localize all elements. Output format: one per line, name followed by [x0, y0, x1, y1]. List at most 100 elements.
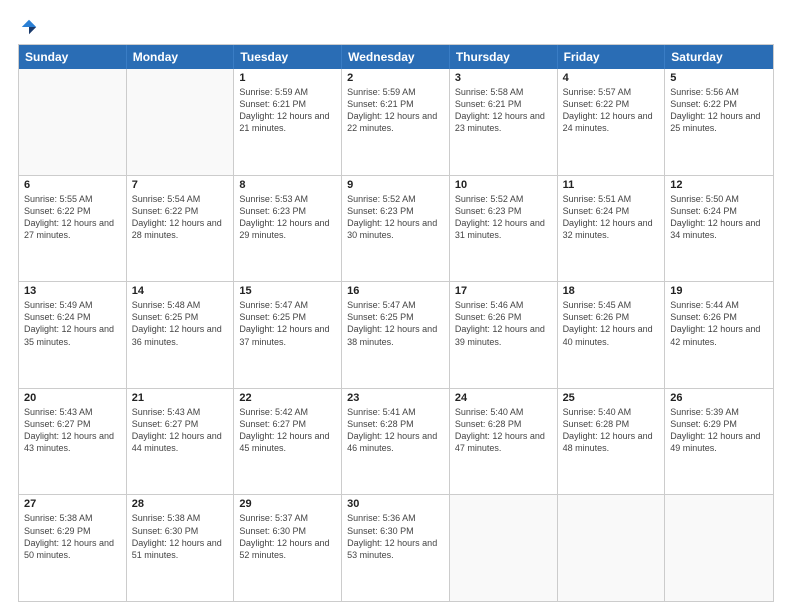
calendar-cell: 20 Sunrise: 5:43 AMSunset: 6:27 PMDayligh…: [19, 389, 127, 495]
day-detail: Sunrise: 5:52 AMSunset: 6:23 PMDaylight:…: [455, 193, 552, 242]
day-detail: Sunrise: 5:38 AMSunset: 6:30 PMDaylight:…: [132, 512, 229, 561]
day-detail: Sunrise: 5:36 AMSunset: 6:30 PMDaylight:…: [347, 512, 444, 561]
day-number: 2: [347, 72, 444, 84]
calendar-cell: 18 Sunrise: 5:45 AMSunset: 6:26 PMDayligh…: [558, 282, 666, 388]
day-detail: Sunrise: 5:54 AMSunset: 6:22 PMDaylight:…: [132, 193, 229, 242]
calendar-header: SundayMondayTuesdayWednesdayThursdayFrid…: [19, 45, 773, 69]
day-detail: Sunrise: 5:49 AMSunset: 6:24 PMDaylight:…: [24, 299, 121, 348]
day-detail: Sunrise: 5:47 AMSunset: 6:25 PMDaylight:…: [239, 299, 336, 348]
day-detail: Sunrise: 5:43 AMSunset: 6:27 PMDaylight:…: [24, 406, 121, 455]
calendar-cell: 6 Sunrise: 5:55 AMSunset: 6:22 PMDaylight…: [19, 176, 127, 282]
day-detail: Sunrise: 5:51 AMSunset: 6:24 PMDaylight:…: [563, 193, 660, 242]
day-detail: Sunrise: 5:42 AMSunset: 6:27 PMDaylight:…: [239, 406, 336, 455]
day-number: 23: [347, 392, 444, 404]
calendar-cell: 4 Sunrise: 5:57 AMSunset: 6:22 PMDaylight…: [558, 69, 666, 175]
calendar-cell: 16Sunrise: 5:47 AMSunset: 6:25 PMDayligh…: [342, 282, 450, 388]
calendar-cell: 9 Sunrise: 5:52 AMSunset: 6:23 PMDaylight…: [342, 176, 450, 282]
calendar: SundayMondayTuesdayWednesdayThursdayFrid…: [18, 44, 774, 602]
calendar-cell: 8 Sunrise: 5:53 AMSunset: 6:23 PMDaylight…: [234, 176, 342, 282]
weekday-header: Saturday: [665, 45, 773, 69]
calendar-cell: 25 Sunrise: 5:40 AMSunset: 6:28 PMDayligh…: [558, 389, 666, 495]
day-detail: Sunrise: 5:59 AMSunset: 6:21 PMDaylight:…: [239, 86, 336, 135]
day-number: 16: [347, 285, 444, 297]
calendar-row: 13 Sunrise: 5:49 AMSunset: 6:24 PMDayligh…: [19, 281, 773, 388]
calendar-cell: [450, 495, 558, 601]
day-detail: Sunrise: 5:52 AMSunset: 6:23 PMDaylight:…: [347, 193, 444, 242]
day-detail: Sunrise: 5:53 AMSunset: 6:23 PMDaylight:…: [239, 193, 336, 242]
day-detail: Sunrise: 5:50 AMSunset: 6:24 PMDaylight:…: [670, 193, 768, 242]
day-detail: Sunrise: 5:56 AMSunset: 6:22 PMDaylight:…: [670, 86, 768, 135]
weekday-header: Friday: [558, 45, 666, 69]
day-number: 29: [239, 498, 336, 510]
day-detail: Sunrise: 5:40 AMSunset: 6:28 PMDaylight:…: [563, 406, 660, 455]
day-number: 19: [670, 285, 768, 297]
day-detail: Sunrise: 5:44 AMSunset: 6:26 PMDaylight:…: [670, 299, 768, 348]
day-number: 9: [347, 179, 444, 191]
calendar-cell: 28 Sunrise: 5:38 AMSunset: 6:30 PMDayligh…: [127, 495, 235, 601]
calendar-cell: 29 Sunrise: 5:37 AMSunset: 6:30 PMDayligh…: [234, 495, 342, 601]
day-number: 18: [563, 285, 660, 297]
calendar-cell: 12 Sunrise: 5:50 AMSunset: 6:24 PMDayligh…: [665, 176, 773, 282]
page: SundayMondayTuesdayWednesdayThursdayFrid…: [0, 0, 792, 612]
day-number: 26: [670, 392, 768, 404]
day-number: 27: [24, 498, 121, 510]
day-detail: Sunrise: 5:39 AMSunset: 6:29 PMDaylight:…: [670, 406, 768, 455]
calendar-cell: 11 Sunrise: 5:51 AMSunset: 6:24 PMDayligh…: [558, 176, 666, 282]
calendar-cell: 24Sunrise: 5:40 AMSunset: 6:28 PMDayligh…: [450, 389, 558, 495]
day-number: 11: [563, 179, 660, 191]
calendar-row: 20 Sunrise: 5:43 AMSunset: 6:27 PMDayligh…: [19, 388, 773, 495]
day-number: 20: [24, 392, 121, 404]
day-detail: Sunrise: 5:55 AMSunset: 6:22 PMDaylight:…: [24, 193, 121, 242]
calendar-cell: [127, 69, 235, 175]
day-number: 13: [24, 285, 121, 297]
day-number: 14: [132, 285, 229, 297]
day-number: 30: [347, 498, 444, 510]
calendar-cell: 3 Sunrise: 5:58 AMSunset: 6:21 PMDaylight…: [450, 69, 558, 175]
calendar-cell: [665, 495, 773, 601]
calendar-cell: 14 Sunrise: 5:48 AMSunset: 6:25 PMDayligh…: [127, 282, 235, 388]
day-detail: Sunrise: 5:48 AMSunset: 6:25 PMDaylight:…: [132, 299, 229, 348]
day-number: 5: [670, 72, 768, 84]
day-number: 3: [455, 72, 552, 84]
weekday-header: Thursday: [450, 45, 558, 69]
day-number: 12: [670, 179, 768, 191]
calendar-cell: 26 Sunrise: 5:39 AMSunset: 6:29 PMDayligh…: [665, 389, 773, 495]
day-number: 22: [239, 392, 336, 404]
calendar-row: 6 Sunrise: 5:55 AMSunset: 6:22 PMDaylight…: [19, 175, 773, 282]
calendar-cell: 2Sunrise: 5:59 AMSunset: 6:21 PMDaylight…: [342, 69, 450, 175]
calendar-cell: 10 Sunrise: 5:52 AMSunset: 6:23 PMDayligh…: [450, 176, 558, 282]
day-number: 21: [132, 392, 229, 404]
calendar-cell: 27 Sunrise: 5:38 AMSunset: 6:29 PMDayligh…: [19, 495, 127, 601]
day-detail: Sunrise: 5:58 AMSunset: 6:21 PMDaylight:…: [455, 86, 552, 135]
day-detail: Sunrise: 5:57 AMSunset: 6:22 PMDaylight:…: [563, 86, 660, 135]
day-number: 10: [455, 179, 552, 191]
day-detail: Sunrise: 5:45 AMSunset: 6:26 PMDaylight:…: [563, 299, 660, 348]
day-detail: Sunrise: 5:38 AMSunset: 6:29 PMDaylight:…: [24, 512, 121, 561]
calendar-cell: 1 Sunrise: 5:59 AMSunset: 6:21 PMDaylight…: [234, 69, 342, 175]
day-number: 6: [24, 179, 121, 191]
calendar-cell: 17Sunrise: 5:46 AMSunset: 6:26 PMDayligh…: [450, 282, 558, 388]
day-number: 25: [563, 392, 660, 404]
calendar-cell: 15Sunrise: 5:47 AMSunset: 6:25 PMDayligh…: [234, 282, 342, 388]
weekday-header: Tuesday: [234, 45, 342, 69]
logo: [18, 18, 38, 34]
day-number: 28: [132, 498, 229, 510]
calendar-cell: 13 Sunrise: 5:49 AMSunset: 6:24 PMDayligh…: [19, 282, 127, 388]
day-number: 7: [132, 179, 229, 191]
calendar-cell: 7 Sunrise: 5:54 AMSunset: 6:22 PMDaylight…: [127, 176, 235, 282]
day-number: 24: [455, 392, 552, 404]
day-number: 8: [239, 179, 336, 191]
calendar-body: 1 Sunrise: 5:59 AMSunset: 6:21 PMDaylight…: [19, 69, 773, 601]
logo-icon: [20, 18, 38, 36]
weekday-header: Sunday: [19, 45, 127, 69]
day-detail: Sunrise: 5:37 AMSunset: 6:30 PMDaylight:…: [239, 512, 336, 561]
weekday-header: Monday: [127, 45, 235, 69]
day-number: 1: [239, 72, 336, 84]
calendar-cell: [19, 69, 127, 175]
day-detail: Sunrise: 5:46 AMSunset: 6:26 PMDaylight:…: [455, 299, 552, 348]
day-number: 4: [563, 72, 660, 84]
header: [18, 18, 774, 34]
calendar-cell: 21Sunrise: 5:43 AMSunset: 6:27 PMDayligh…: [127, 389, 235, 495]
calendar-cell: 19 Sunrise: 5:44 AMSunset: 6:26 PMDayligh…: [665, 282, 773, 388]
calendar-cell: 30 Sunrise: 5:36 AMSunset: 6:30 PMDayligh…: [342, 495, 450, 601]
